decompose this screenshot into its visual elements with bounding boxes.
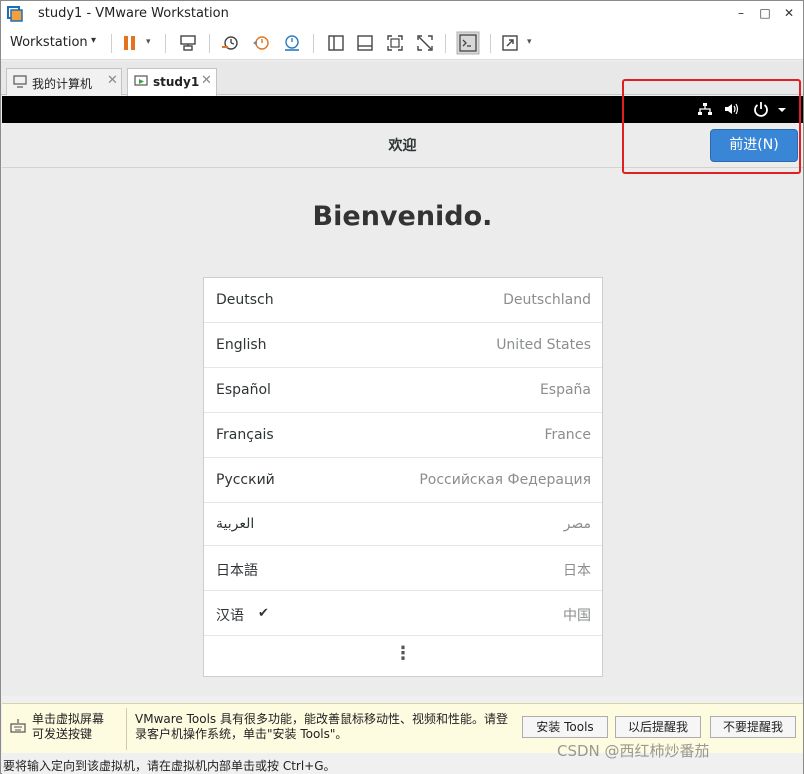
never-remind-button[interactable]: 不要提醒我 <box>710 716 796 738</box>
toolbar-divider <box>313 34 314 53</box>
language-row[interactable]: Español España <box>204 368 602 413</box>
click-hint: 单击虚拟屏幕 可发送按键 <box>32 712 104 742</box>
highlight-annotation <box>622 79 801 174</box>
more-languages-icon[interactable]: ⋮ <box>204 644 602 664</box>
language-name: 汉语 <box>216 607 244 624</box>
tab-study1[interactable]: study1 ✕ <box>127 68 217 96</box>
vm-running-icon <box>134 75 148 86</box>
language-region: 中国 <box>563 607 591 624</box>
sidebar-icon[interactable] <box>326 33 346 53</box>
language-row[interactable]: 日本語 日本 <box>204 546 602 591</box>
language-name: Español <box>216 381 271 398</box>
language-name: Deutsch <box>216 291 274 308</box>
close-icon[interactable]: ✕ <box>107 73 118 88</box>
language-list: ⋮ Deutsch Deutschland English United States… <box>203 277 603 677</box>
tab-label: 我的计算机 <box>32 77 93 91</box>
notification-divider <box>126 708 127 750</box>
pause-icon[interactable] <box>120 33 140 53</box>
minimize-button[interactable]: – <box>731 4 751 22</box>
language-name: 日本語 <box>216 562 258 579</box>
toolbar-divider <box>165 34 166 53</box>
language-name: Русский <box>216 471 275 488</box>
remind-later-button[interactable]: 以后提醒我 <box>615 716 701 738</box>
tab-my-computer[interactable]: 我的计算机 ✕ <box>6 68 122 95</box>
status-text: 要将输入定向到该虚拟机，请在虚拟机内部单击或按 Ctrl+G。 <box>3 759 336 773</box>
checkmark-icon: ✔ <box>258 605 269 621</box>
maximize-button[interactable]: □ <box>755 4 775 22</box>
snapshot-icon[interactable] <box>220 33 240 53</box>
language-name: العربية <box>216 515 255 532</box>
computer-icon <box>13 75 27 88</box>
language-region: Deutschland <box>503 291 591 308</box>
keyboard-click-icon <box>10 719 26 733</box>
csdn-watermark: CSDN @西红柿炒番茄 <box>557 742 710 760</box>
toolbar-divider <box>209 34 210 53</box>
tab-label: study1 <box>153 75 200 89</box>
power-menu-chevron-icon[interactable]: ▾ <box>146 37 151 47</box>
toolbar-divider <box>490 34 491 53</box>
stretch-menu-chevron-icon[interactable]: ▾ <box>527 37 532 47</box>
console-icon[interactable] <box>456 31 480 55</box>
notification-message: VMware Tools 具有很多功能，能改善鼠标移动性、视频和性能。请登 录客… <box>135 712 508 742</box>
language-region: مصر <box>563 515 591 532</box>
language-region: France <box>544 426 591 443</box>
language-region: United States <box>496 336 591 353</box>
language-row[interactable]: Français France <box>204 413 602 458</box>
unity-icon[interactable] <box>415 33 435 53</box>
chevron-down-icon[interactable]: ▾ <box>91 35 96 46</box>
language-name: English <box>216 336 267 353</box>
welcome-body: Bienvenido. ⋮ Deutsch Deutschland English U… <box>2 168 803 696</box>
close-button[interactable]: ✕ <box>779 4 799 22</box>
snapshot-manager-icon[interactable] <box>282 33 302 53</box>
notification-message-line2: 录客户机操作系统，单击"安装 Tools"。 <box>135 727 348 741</box>
install-tools-button[interactable]: 安装 Tools <box>522 716 608 738</box>
language-row[interactable]: العربية مصر <box>204 503 602 546</box>
thumbnail-icon[interactable] <box>355 33 375 53</box>
language-row[interactable]: 汉语 ✔ 中国 <box>204 591 602 636</box>
workstation-menu[interactable]: Workstation <box>10 35 88 50</box>
vmware-window: study1 - VMware Workstation – □ ✕ Workst… <box>0 0 804 774</box>
language-name: Français <box>216 426 274 443</box>
language-region: España <box>539 381 591 398</box>
stretch-icon[interactable] <box>500 33 520 53</box>
language-row[interactable]: Deutsch Deutschland <box>204 278 602 323</box>
revert-snapshot-icon[interactable] <box>251 33 271 53</box>
language-region: Российская Федерация <box>419 471 591 488</box>
fullscreen-icon[interactable] <box>385 33 405 53</box>
toolbar-divider <box>445 34 446 53</box>
title-bar: study1 - VMware Workstation – □ ✕ <box>1 1 803 27</box>
toolbar: Workstation ▾ ▾ ▾ <box>1 27 803 60</box>
click-hint-line1: 单击虚拟屏幕 <box>32 712 105 726</box>
notification-message-line1: VMware Tools 具有很多功能，能改善鼠标移动性、视频和性能。请登 <box>135 712 508 726</box>
click-hint-line2: 可发送按键 <box>32 727 93 741</box>
welcome-heading: Bienvenido. <box>312 201 493 232</box>
vmware-logo-icon <box>7 6 23 22</box>
window-title: study1 - VMware Workstation <box>38 6 229 21</box>
language-row[interactable]: English United States <box>204 323 602 368</box>
language-region: 日本 <box>563 562 591 579</box>
language-row[interactable]: Русский Российская Федерация <box>204 458 602 503</box>
close-icon[interactable]: ✕ <box>201 73 212 88</box>
toolbar-divider <box>111 34 112 53</box>
send-keys-icon[interactable] <box>178 33 198 53</box>
